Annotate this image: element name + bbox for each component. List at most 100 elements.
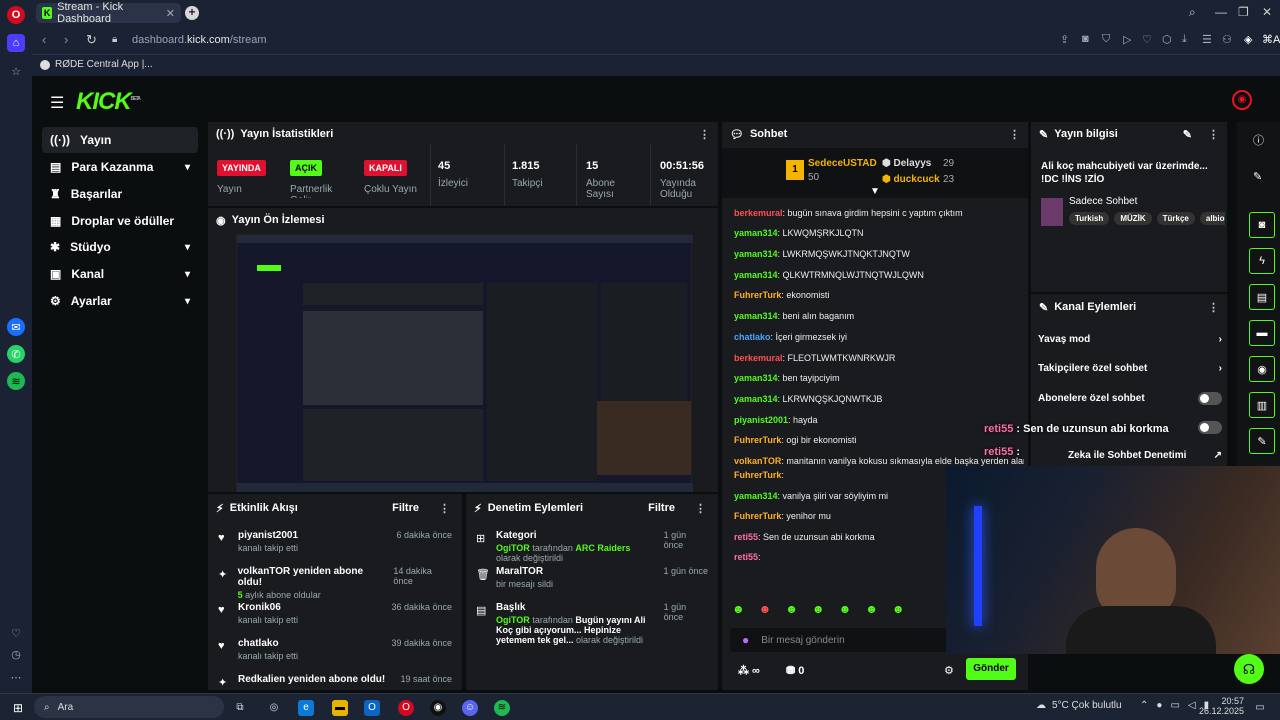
more-options-icon[interactable]: ⋮ (439, 502, 450, 515)
browser-icon[interactable]: ◎ (266, 700, 282, 716)
expand-icon[interactable]: ▼ (870, 186, 880, 197)
nav-ayarlar[interactable]: ⚙ Ayarlar ▾ (42, 288, 198, 314)
chat-username[interactable]: FuhrerTurk (734, 435, 781, 445)
chat-username[interactable]: FuhrerTurk (734, 511, 781, 521)
share-icon[interactable]: ⇪ (1060, 33, 1069, 46)
emote-only-toggle[interactable] (1198, 421, 1222, 434)
gear-icon[interactable]: ⚙ (944, 664, 954, 677)
camera-icon[interactable]: ◙ (1082, 33, 1089, 45)
chat-username[interactable]: yaman314 (734, 270, 778, 280)
weather-widget[interactable]: ☁ 5°C Çok bulutlu (1036, 700, 1122, 711)
chat-username[interactable]: berkemural (734, 353, 783, 363)
slow-mode-row[interactable]: Yavaş mod › (1038, 334, 1222, 345)
new-tab-button[interactable]: + (185, 6, 199, 20)
subs-only-toggle[interactable] (1198, 392, 1222, 405)
broadcast-action-icon[interactable]: ◉ (1249, 356, 1275, 382)
pencil-icon[interactable]: ✎ (1183, 128, 1192, 141)
stream-preview-video[interactable] (236, 234, 693, 492)
chat-username[interactable]: chatlako (734, 332, 771, 342)
opera-taskbar-icon[interactable]: O (398, 700, 414, 716)
archive-action-icon[interactable]: ▥ (1249, 392, 1275, 418)
chat-username[interactable]: piyanist2001 (734, 415, 788, 425)
close-window-icon[interactable]: ✕ (1262, 5, 1272, 19)
network-icon[interactable]: ▭ (1170, 700, 1179, 711)
messenger-icon[interactable]: ✉ (7, 318, 25, 336)
outlook-icon[interactable]: O (364, 700, 380, 716)
points-display[interactable]: ⁂ ∞ (738, 664, 760, 677)
ai-moderation-row[interactable]: Zeka ile Sohbet Denetimi ↗ (1038, 450, 1222, 461)
clock[interactable]: 20:57 26.12.2025 (1198, 696, 1244, 716)
chat-username[interactable]: yaman314 (734, 249, 778, 259)
chat-username[interactable]: FuhrerTurk (734, 290, 781, 300)
more-options-icon[interactable]: ⋮ (1009, 128, 1020, 141)
volume-icon[interactable]: ◁ (1188, 700, 1196, 711)
chat-username[interactable]: volkanTOR (734, 456, 781, 466)
extension-icon[interactable]: ◈ (1244, 33, 1252, 46)
forward-icon[interactable]: › (64, 32, 68, 47)
shield-icon[interactable]: ⛉ (1102, 33, 1110, 46)
activity-filter-button[interactable]: Filtre (392, 502, 419, 514)
discord-icon[interactable]: ☺ (462, 700, 478, 716)
edge-icon[interactable]: e (298, 700, 314, 716)
minimize-icon[interactable]: — (1215, 5, 1227, 19)
bookmark-rode[interactable]: RØDE Central App |... (40, 59, 153, 70)
tag[interactable]: Türkçe (1156, 212, 1195, 225)
inventory[interactable]: ⛃ 0 (786, 664, 804, 677)
nav-kanal[interactable]: ▣ Kanal ▾ (42, 261, 198, 287)
wrench-action-icon[interactable]: ✎ (1249, 428, 1275, 454)
browser-tab[interactable]: K Stream - Kick Dashboard ✕ (36, 1, 181, 25)
play-icon[interactable]: ▷ (1123, 33, 1131, 46)
windows-start-icon[interactable]: ⊞ (10, 700, 26, 716)
reload-icon[interactable]: ↻ (86, 32, 97, 48)
chat-username[interactable]: yaman314 (734, 228, 778, 238)
search-tabs-icon[interactable]: ⌕ (1189, 5, 1196, 20)
hamburger-menu-icon[interactable]: ☰ (50, 93, 64, 113)
ai-button[interactable]: ⌘AI (1262, 33, 1280, 46)
tag[interactable]: MÜZİK (1114, 212, 1152, 225)
more-options-icon[interactable]: ⋮ (695, 502, 706, 515)
download-icon[interactable]: ⤓ (1182, 33, 1187, 46)
emote-icon[interactable]: ☻ (839, 602, 852, 616)
taskbar-search[interactable]: ⌕ Ara (34, 696, 224, 718)
nav-droplar[interactable]: ▦ Droplar ve ödüller (42, 208, 198, 234)
whatsapp-icon[interactable]: ✆ (7, 345, 25, 363)
chat-username[interactable]: reti55 (734, 532, 758, 542)
moderation-filter-button[interactable]: Filtre (648, 502, 675, 514)
chat-action-icon[interactable]: ▬ (1249, 320, 1275, 346)
emote-icon[interactable]: ☻ (732, 602, 745, 616)
nav-para-kazanma[interactable]: ▤ Para Kazanma ▾ (42, 154, 198, 180)
menu-list-icon[interactable]: ☰ (1202, 33, 1212, 46)
nav-basarilar[interactable]: ♜ Başarılar (42, 181, 198, 207)
pencil-icon[interactable]: ✎ (1253, 170, 1262, 183)
followers-only-row[interactable]: Takipçilere özel sohbet › (1038, 363, 1222, 374)
history-icon[interactable]: ◷ (7, 645, 25, 663)
star-icon[interactable]: ☆ (7, 62, 25, 80)
more-icon[interactable]: ⋯ (7, 668, 25, 686)
tag[interactable]: albio (1199, 212, 1225, 225)
chat-username[interactable]: reti55 (734, 552, 758, 562)
home-icon[interactable]: ⌂ (7, 34, 25, 52)
chat-username[interactable]: yaman314 (734, 311, 778, 321)
emote-icon[interactable]: ☻ (785, 602, 798, 616)
kick-logo[interactable]: KICKBETA (76, 88, 141, 116)
maximize-icon[interactable]: ❐ (1238, 5, 1249, 19)
chat-username[interactable]: yaman314 (734, 394, 778, 404)
back-icon[interactable]: ‹ (42, 32, 46, 47)
lightning-action-icon[interactable]: ϟ (1249, 248, 1275, 274)
chat-username[interactable]: yaman314 (734, 373, 778, 383)
emote-icon[interactable]: ☻ (865, 602, 878, 616)
nav-yayin[interactable]: ((·)) Yayın (42, 127, 198, 153)
cube-icon[interactable]: ⬡ (1162, 33, 1172, 46)
spotify-icon[interactable]: ≋ (7, 372, 25, 390)
chat-username[interactable]: berkemural (734, 208, 783, 218)
close-tab-icon[interactable]: ✕ (166, 7, 175, 20)
chat-username[interactable]: FuhrerTurk (734, 470, 781, 480)
url-field[interactable]: dashboard.kick.com/stream (132, 34, 267, 46)
emote-icon[interactable]: ☻ (759, 602, 772, 616)
tag[interactable]: Turkish (1069, 212, 1110, 225)
chevron-up-icon[interactable]: ⌃ (1140, 700, 1148, 711)
more-options-icon[interactable]: ⋮ (1208, 301, 1219, 314)
opera-logo-icon[interactable]: O (7, 6, 25, 24)
heart-icon[interactable]: ♡ (7, 624, 25, 642)
send-button[interactable]: Gönder (966, 658, 1016, 680)
